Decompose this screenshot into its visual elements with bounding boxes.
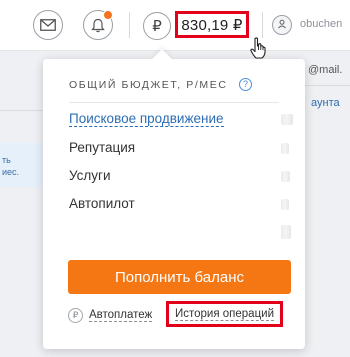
budget-item-label: Поисковое продвижение bbox=[69, 111, 224, 127]
background-divider bbox=[0, 110, 44, 111]
ruble-icon: ₽ bbox=[152, 18, 162, 35]
autopay-label: Автоплатеж bbox=[89, 309, 153, 322]
budget-item-label: Услуги bbox=[69, 168, 111, 183]
balance-button[interactable]: ₽ bbox=[143, 12, 171, 40]
bell-icon bbox=[91, 18, 105, 33]
balance-amount[interactable]: 830,19 ₽ bbox=[175, 11, 249, 38]
budget-item-label: Репутация bbox=[69, 140, 136, 155]
dropdown-divider bbox=[69, 102, 279, 103]
blurred-value bbox=[281, 114, 293, 125]
budget-item-autopilot: Автопилот bbox=[69, 196, 135, 211]
budget-item-services: Услуги bbox=[69, 168, 111, 183]
blurred-value bbox=[281, 199, 289, 210]
autopay-link[interactable]: ₽ Автоплатеж bbox=[68, 308, 153, 323]
topup-balance-button[interactable]: Пополнить баланс bbox=[68, 260, 291, 294]
top-bar: ₽ 830,19 ₽ obuchen bbox=[0, 0, 350, 51]
blurred-value bbox=[281, 143, 289, 154]
blurred-value bbox=[281, 171, 290, 182]
cursor-hand-icon bbox=[250, 37, 266, 64]
divider bbox=[262, 12, 263, 38]
budget-item-search-promotion[interactable]: Поисковое продвижение bbox=[69, 111, 224, 127]
divider bbox=[129, 12, 130, 38]
username[interactable]: obuchen bbox=[300, 18, 342, 30]
background-email: @mail. bbox=[308, 64, 343, 76]
operations-history-link[interactable]: История операций bbox=[166, 301, 283, 327]
user-icon bbox=[277, 16, 287, 34]
mail-button[interactable] bbox=[33, 10, 63, 40]
budget-item-reputation: Репутация bbox=[69, 140, 135, 155]
background-card-text: иес. bbox=[2, 167, 20, 177]
budget-header: ОБЩИЙ БЮДЖЕТ, Р/МЕС bbox=[69, 79, 228, 91]
autopay-icon: ₽ bbox=[68, 308, 83, 323]
help-icon[interactable]: ? bbox=[239, 78, 252, 91]
balance-text: 830,19 ₽ bbox=[181, 16, 243, 34]
avatar[interactable] bbox=[272, 15, 292, 35]
background-link[interactable]: аунта bbox=[311, 97, 340, 109]
autopay-icon-glyph: ₽ bbox=[72, 310, 79, 320]
budget-item-label: Автопилот bbox=[69, 196, 135, 211]
background-card: ть иес. bbox=[0, 143, 44, 187]
background-card-text: ть bbox=[2, 155, 11, 165]
notification-dot bbox=[103, 10, 113, 20]
mail-icon bbox=[40, 19, 56, 31]
budget-dropdown: ОБЩИЙ БЮДЖЕТ, Р/МЕС ? Поисковое продвиже… bbox=[43, 59, 305, 349]
operations-history-label: История операций bbox=[174, 307, 275, 321]
blurred-total bbox=[281, 225, 291, 239]
